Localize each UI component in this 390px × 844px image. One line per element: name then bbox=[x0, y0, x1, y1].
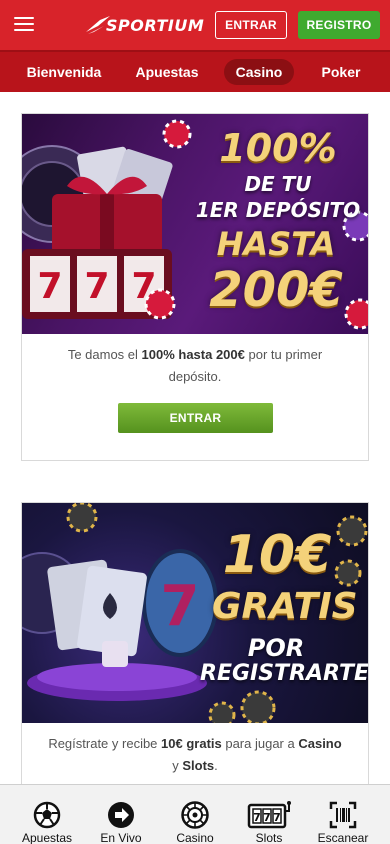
desc-text: y bbox=[172, 758, 183, 773]
desc-text: Regístrate y recibe bbox=[48, 736, 162, 751]
promo-banner-register[interactable]: 7 10€ GRATIS POR REGISTRARTE bbox=[22, 503, 368, 723]
desc-text: para jugar a bbox=[221, 736, 299, 751]
desc-bold: 10€ gratis bbox=[161, 736, 222, 751]
promo-headline-percent: 100% bbox=[219, 126, 337, 170]
play-arrow-icon bbox=[108, 802, 134, 828]
promo-line: 1ER DEPÓSITO bbox=[195, 198, 361, 222]
promo-enter-button[interactable]: ENTRAR bbox=[118, 403, 273, 433]
svg-text:7: 7 bbox=[37, 266, 62, 307]
promo-description: Te damos el 100% hasta 200€ por tu prime… bbox=[22, 344, 368, 388]
promo-line: HASTA bbox=[216, 225, 336, 263]
soccer-ball-icon bbox=[33, 801, 61, 829]
tab-slots[interactable]: 7 7 7 Slots bbox=[230, 785, 308, 844]
desc-text: . bbox=[214, 758, 218, 773]
roulette-icon bbox=[181, 801, 209, 829]
promo-line: POR bbox=[247, 634, 305, 662]
login-button[interactable]: ENTRAR bbox=[215, 11, 287, 39]
nav-label: Casino bbox=[223, 59, 295, 85]
svg-text:7: 7 bbox=[253, 811, 261, 824]
promo-line: DE TU bbox=[244, 172, 312, 196]
register-button[interactable]: REGISTRO bbox=[298, 11, 380, 39]
bottom-tab-bar: Apuestas En Vivo Casino 7 7 7 Slots Esca… bbox=[0, 784, 390, 844]
nav-item-bienvenida[interactable]: Bienvenida bbox=[18, 52, 110, 92]
desc-bold: Slots bbox=[182, 758, 215, 773]
promo-amount: 200€ bbox=[209, 262, 343, 318]
brand-name: SPORTIUM bbox=[106, 15, 205, 35]
svg-text:7: 7 bbox=[273, 811, 281, 824]
svg-text:7: 7 bbox=[84, 266, 109, 307]
section-nav: Bienvenida Apuestas Casino Poker bbox=[0, 50, 390, 92]
tab-casino[interactable]: Casino bbox=[156, 785, 234, 844]
tab-escanear[interactable]: Escanear bbox=[304, 785, 382, 844]
tab-label: Slots bbox=[255, 831, 283, 844]
nav-label: Poker bbox=[321, 64, 361, 80]
tab-en-vivo[interactable]: En Vivo bbox=[82, 785, 160, 844]
desc-bold: Casino bbox=[298, 736, 342, 751]
top-header: SPORTIUM ENTRAR REGISTRO bbox=[0, 0, 390, 50]
tab-label: Escanear bbox=[317, 831, 369, 844]
tab-label: En Vivo bbox=[100, 831, 142, 844]
tab-label: Casino bbox=[176, 831, 214, 844]
slot-machine-icon: 7 7 7 bbox=[247, 801, 291, 829]
svg-text:7: 7 bbox=[161, 574, 200, 639]
tab-label: Apuestas bbox=[21, 831, 73, 844]
nav-label: Bienvenida bbox=[26, 64, 102, 80]
promo-line: REGISTRARTE bbox=[200, 661, 368, 686]
desc-text: Te damos el bbox=[67, 347, 142, 362]
promo-description: Regístrate y recibe 10€ gratis para juga… bbox=[22, 733, 368, 777]
promo-card-deposit: 7 7 7 100% DE TU 1ER DEPÓSITO HASTA 200€… bbox=[21, 113, 369, 461]
promo-card-register: 7 10€ GRATIS POR REGISTRARTE Regístrate … bbox=[21, 502, 369, 792]
promo-banner-deposit[interactable]: 7 7 7 100% DE TU 1ER DEPÓSITO HASTA 200€ bbox=[22, 114, 368, 334]
brand-logo[interactable]: SPORTIUM bbox=[84, 13, 204, 37]
nav-item-poker[interactable]: Poker bbox=[312, 52, 370, 92]
promo-amount: 10€ bbox=[222, 525, 332, 585]
promo-line: GRATIS bbox=[212, 586, 358, 627]
menu-icon[interactable] bbox=[14, 16, 34, 32]
svg-text:7: 7 bbox=[263, 811, 271, 824]
nav-item-casino[interactable]: Casino bbox=[222, 52, 296, 92]
nav-item-apuestas[interactable]: Apuestas bbox=[128, 52, 206, 92]
tab-apuestas[interactable]: Apuestas bbox=[8, 785, 86, 844]
nav-label: Apuestas bbox=[135, 64, 199, 80]
desc-bold: 100% hasta 200€ bbox=[141, 347, 245, 362]
barcode-scan-icon bbox=[329, 801, 357, 829]
